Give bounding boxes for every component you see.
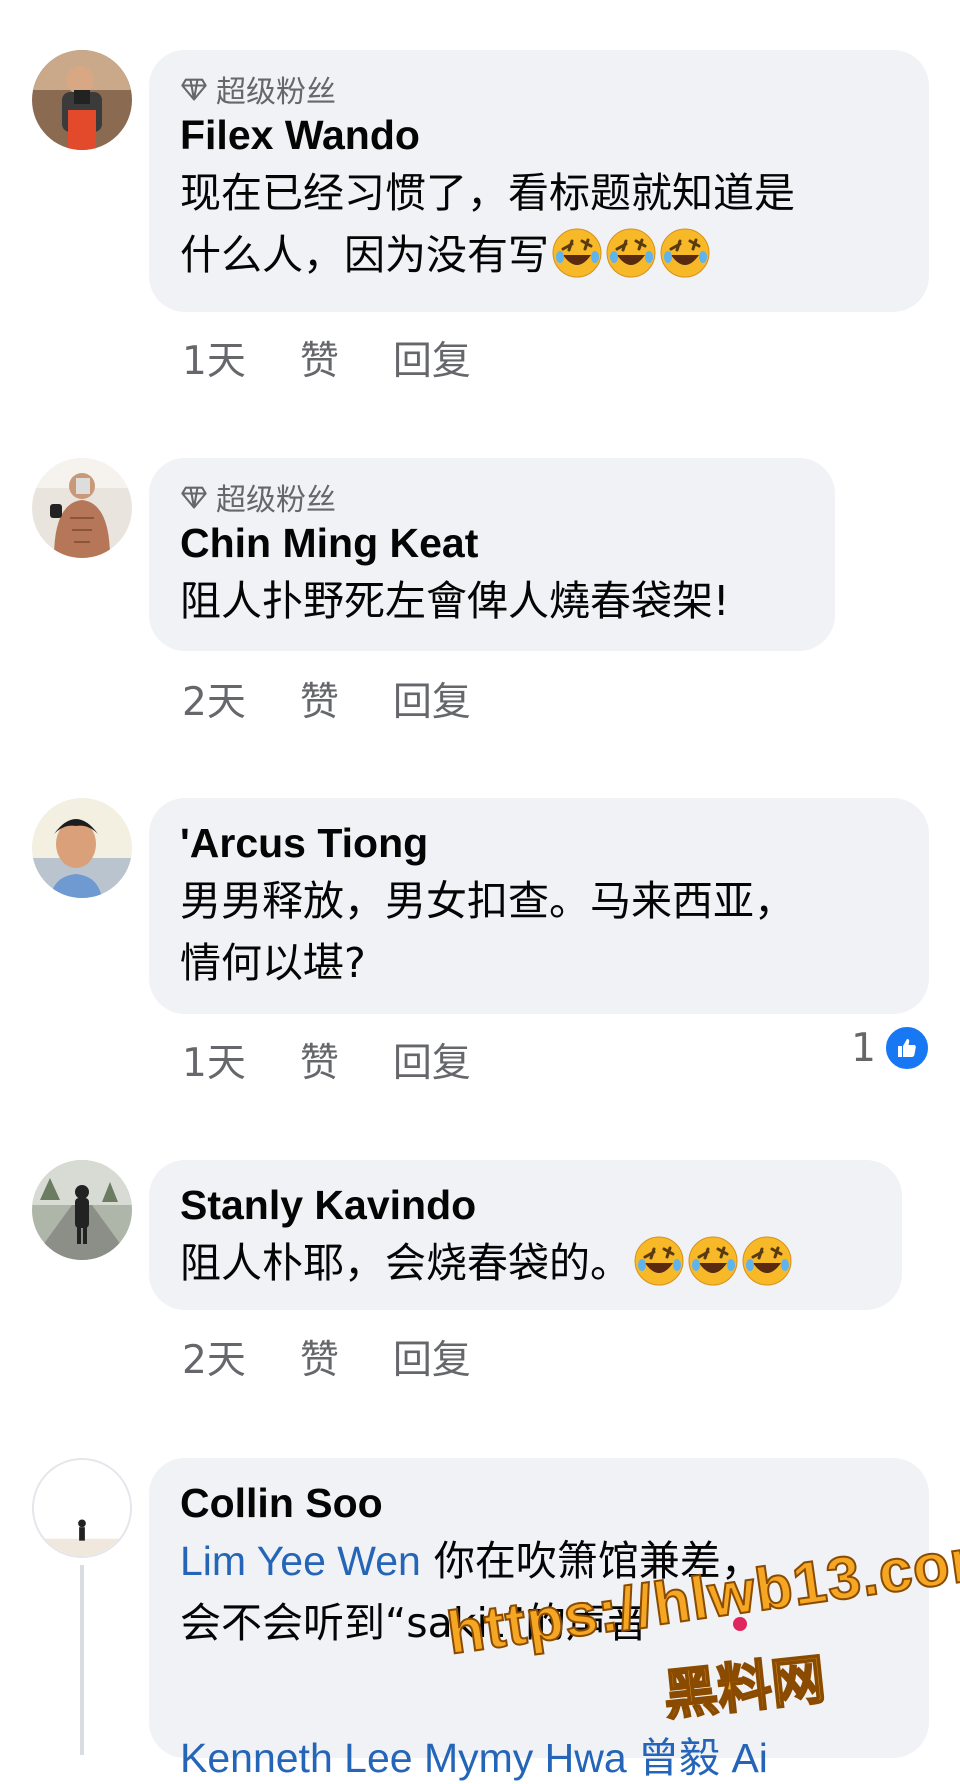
comment-actions: 1天 赞 回复 [182, 330, 471, 386]
comment-bubble: 超级粉丝 Filex Wando 现在已经习惯了，看标题就知道是 什么人，因为没… [149, 50, 929, 312]
like-button[interactable]: 赞 [300, 1032, 339, 1088]
reply-button[interactable]: 回复 [393, 671, 471, 727]
avatar[interactable] [32, 1160, 132, 1260]
comment-text-part: 什么人，因为没有写 [180, 231, 549, 279]
next-comment-mentions[interactable]: Kenneth Lee Mymy Hwa 曾毅 Ai [180, 1724, 768, 1784]
comment-text: 男男释放，男女扣查。马来西亚， 情何以堪? [180, 870, 899, 994]
rolling-laughing-emoji [551, 227, 603, 279]
badge-label: 超级粉丝 [216, 75, 336, 110]
rolling-laughing-emoji [633, 1235, 685, 1287]
comment-text-line: 现在已经习惯了，看标题就知道是 [180, 169, 795, 217]
top-fan-badge: 超级粉丝 [180, 70, 899, 110]
avatar[interactable] [32, 458, 132, 558]
rolling-laughing-emoji [741, 1235, 793, 1287]
watermark-label: 黑料网 [660, 1647, 830, 1729]
comment-bubble: 'Arcus Tiong 男男释放，男女扣查。马来西亚， 情何以堪? [149, 798, 929, 1014]
rolling-laughing-emoji [687, 1235, 739, 1287]
avatar[interactable] [32, 798, 132, 898]
comment-text-line: 情何以堪? [180, 939, 366, 987]
reply-thread-line [80, 1565, 84, 1755]
comment-actions: 1天 赞 回复 [182, 1032, 471, 1088]
comment-actions: 2天 赞 回复 [182, 671, 471, 727]
comment-text: 阻人扑野死左會俾人燒春袋架! [180, 577, 730, 625]
avatar[interactable] [32, 50, 132, 150]
diamond-icon [181, 486, 207, 509]
top-fan-badge: 超级粉丝 [180, 478, 805, 518]
rolling-laughing-emoji [659, 227, 711, 279]
comment-time: 1天 [182, 339, 246, 384]
comment-time: 2天 [182, 1338, 246, 1383]
commenter-name[interactable]: Filex Wando [180, 110, 899, 160]
comment-text-part: 阻人朴耶，会烧春袋的。 [180, 1239, 631, 1287]
avatar[interactable] [32, 1458, 132, 1558]
thumbs-up-icon [884, 1025, 930, 1071]
comment-text: 阻人朴耶，会烧春袋的。 [180, 1232, 872, 1294]
comment-bubble: 超级粉丝 Chin Ming Keat 阻人扑野死左會俾人燒春袋架! [149, 458, 835, 651]
comment-time: 1天 [182, 1041, 246, 1086]
comment-text: 现在已经习惯了，看标题就知道是 什么人，因为没有写 [180, 162, 899, 286]
comment-text-line: 什么人，因为没有写 [180, 224, 899, 286]
reply-button[interactable]: 回复 [393, 1329, 471, 1385]
reply-button[interactable]: 回复 [393, 1032, 471, 1088]
comment-actions: 2天 赞 回复 [182, 1329, 471, 1385]
reply-button[interactable]: 回复 [393, 330, 471, 386]
watermark-dot [733, 1617, 747, 1631]
badge-label: 超级粉丝 [216, 483, 336, 518]
commenter-name[interactable]: Chin Ming Keat [180, 518, 805, 568]
comment-time: 2天 [182, 680, 246, 725]
commenter-name[interactable]: Stanly Kavindo [180, 1180, 872, 1230]
diamond-icon [181, 78, 207, 101]
reaction-count: 1 [851, 1025, 876, 1071]
mention-link[interactable]: Lim Yee Wen [180, 1538, 421, 1584]
like-button[interactable]: 赞 [300, 330, 339, 386]
reaction-summary[interactable]: 1 [851, 1025, 930, 1071]
commenter-name[interactable]: 'Arcus Tiong [180, 818, 899, 868]
rolling-laughing-emoji [605, 227, 657, 279]
comment-bubble: Stanly Kavindo 阻人朴耶，会烧春袋的。 [149, 1160, 902, 1310]
like-button[interactable]: 赞 [300, 671, 339, 727]
commenter-name[interactable]: Collin Soo [180, 1478, 899, 1528]
comment-text-line: 男男释放，男女扣查。马来西亚， [180, 877, 795, 925]
like-button[interactable]: 赞 [300, 1329, 339, 1385]
